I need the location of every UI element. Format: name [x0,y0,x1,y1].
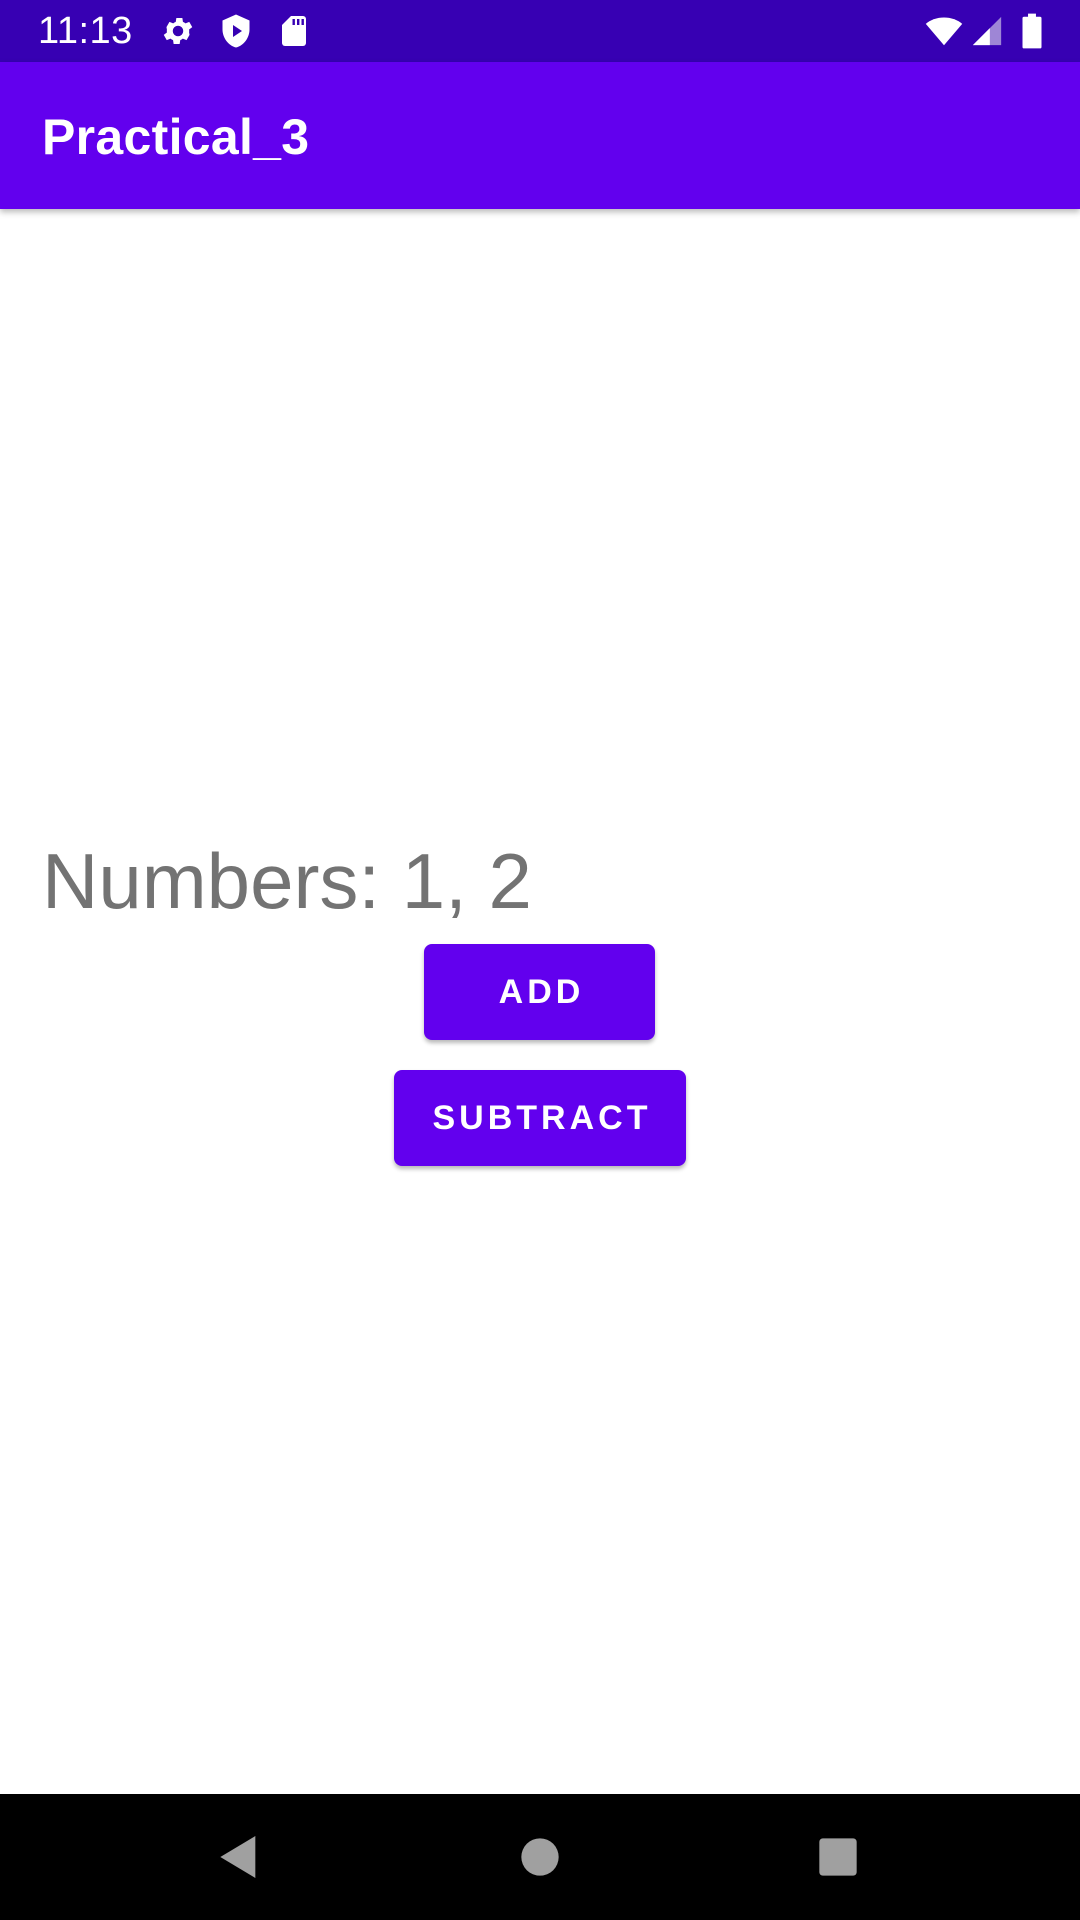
battery-icon [1018,12,1046,50]
sd-card-icon [276,12,312,50]
recents-icon[interactable] [810,1829,866,1885]
app-title: Practical_3 [42,109,310,165]
status-bar: 11:13 [0,0,1080,62]
shield-play-icon [218,12,254,50]
cell-signal-icon [970,12,1004,50]
subtract-button[interactable]: SUBTRACT [394,1070,686,1166]
settings-icon [160,12,196,50]
add-button[interactable]: ADD [424,944,655,1040]
screen: 11:13 Practical_3 Numbers: 1, 2 ADD SUBT… [0,0,1080,1920]
back-icon[interactable] [211,1829,267,1885]
app-bar: Practical_3 [0,62,1080,209]
home-icon[interactable] [512,1829,568,1885]
navigation-bar [0,1794,1080,1920]
status-time: 11:13 [38,10,133,52]
numbers-text: Numbers: 1, 2 [42,837,532,925]
wifi-icon [922,12,966,50]
